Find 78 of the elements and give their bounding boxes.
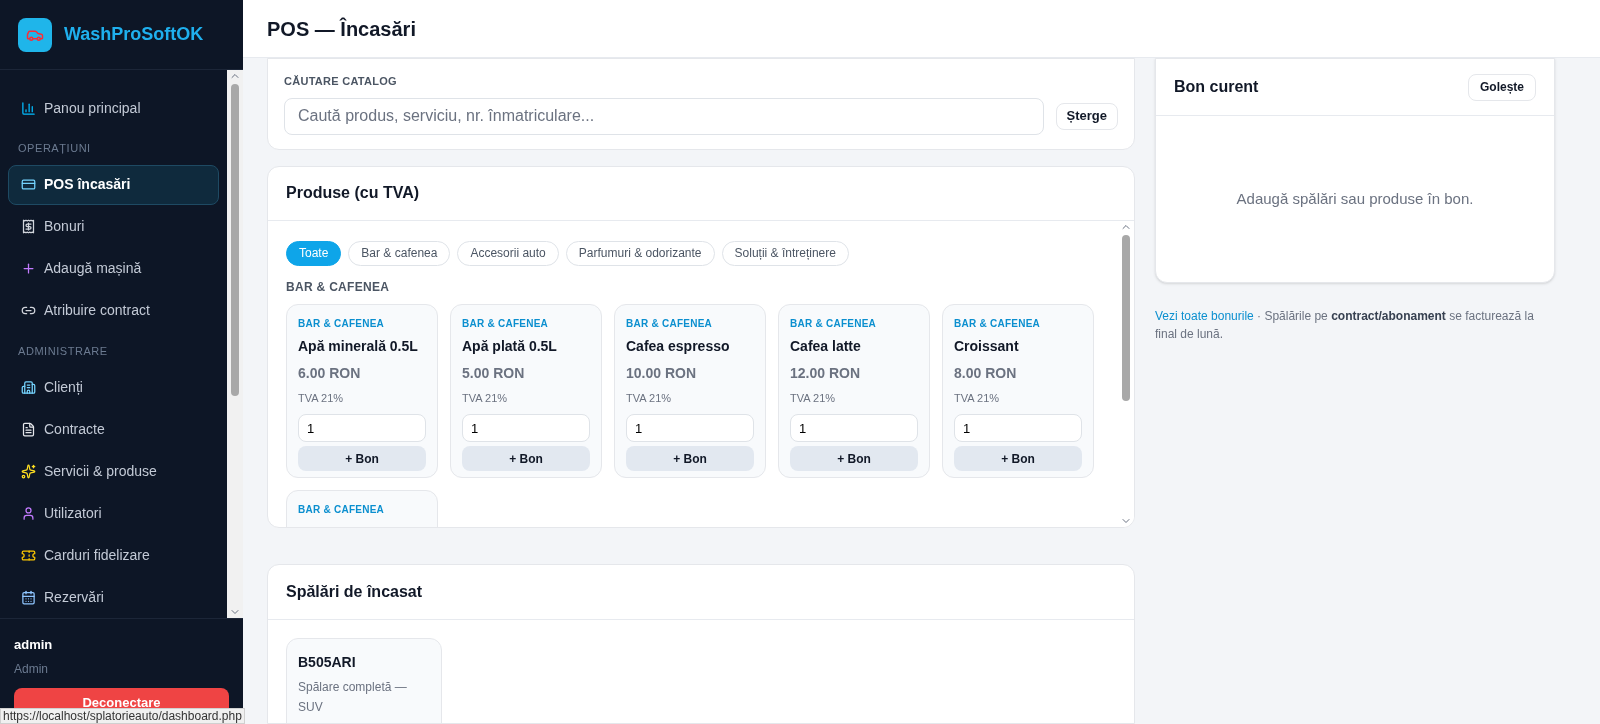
user-name: admin (14, 635, 54, 654)
scrollbar-thumb[interactable] (231, 84, 239, 396)
nav-item[interactable]: Bonuri (8, 206, 219, 247)
empty-message: Adaugă spălări sau produse în bon. (1236, 188, 1474, 209)
card-title: Spălări de încasat (268, 564, 1134, 620)
brand-name: WashProSoftOK (64, 23, 204, 46)
product-price: 5.00 RON (462, 363, 526, 383)
service-name: Spălare completă — SUV (298, 678, 408, 716)
vat-label: TVA 21% (626, 390, 673, 406)
quantity-field[interactable]: 1 (626, 414, 754, 442)
product-category: BAR & CAFENEA (954, 316, 1042, 331)
product-category: BAR & CAFENEA (298, 502, 386, 517)
filter-chip[interactable]: Soluții & întreținere (721, 240, 849, 266)
page-title: POS — Încasări (267, 16, 416, 42)
product-name: Croissant (954, 336, 1020, 356)
quantity-field[interactable]: 1 (462, 414, 590, 442)
product-category: BAR & CAFENEA (626, 316, 714, 331)
nav-item[interactable]: Atribuire contract (8, 290, 219, 331)
product-category: BAR & CAFENEA (462, 316, 550, 331)
card-title: Bon curent (1174, 77, 1259, 97)
vat-label: TVA 21% (462, 390, 509, 406)
quantity-field[interactable]: 1 (954, 414, 1082, 442)
add-to-receipt-button[interactable]: + Bon (298, 446, 426, 471)
calendar-icon (21, 589, 36, 605)
add-to-receipt-button[interactable]: + Bon (790, 446, 918, 471)
quantity-field[interactable]: 1 (790, 414, 918, 442)
card-title: Produse (cu TVA) (268, 166, 1134, 221)
receipt-icon (21, 219, 36, 234)
plate-number: B505ARI (298, 652, 357, 672)
ticket-icon (21, 547, 36, 563)
add-to-receipt-button[interactable]: + Bon (626, 446, 754, 471)
search-label: CĂUTARE CATALOG (284, 74, 398, 89)
user-role: Admin (14, 661, 49, 678)
product-category: BAR & CAFENEA (298, 316, 386, 331)
user-icon (21, 505, 36, 521)
section-heading: BAR & CAFENEA (286, 278, 391, 296)
product-name: Apă minerală 0.5L (298, 336, 419, 356)
product-name: Cafea espresso (626, 336, 731, 356)
vat-label: TVA 21% (790, 390, 837, 406)
link-preview-tooltip: https://localhost/splatorieauto/dashboard.php (0, 708, 245, 724)
nav-item[interactable]: POS încasări (8, 164, 219, 205)
nav-item[interactable]: Rezervări (8, 577, 219, 617)
quantity-field[interactable]: 1 (298, 414, 426, 442)
sparkles-icon (21, 463, 36, 479)
empty-receipt-button[interactable]: Golește (1468, 73, 1536, 101)
filter-chip[interactable]: Accesorii auto (457, 240, 559, 266)
filter-chip[interactable]: Parfumuri & odorizante (565, 240, 715, 266)
nav-item[interactable]: Carduri fidelizare (8, 535, 219, 575)
bar-chart-icon (21, 100, 36, 116)
scrollbar-thumb[interactable] (1122, 234, 1130, 402)
vat-label: TVA 21% (954, 390, 1001, 406)
product-price: 6.00 RON (298, 363, 362, 383)
nav-item[interactable]: Servicii & produse (8, 451, 219, 491)
product-price: 8.00 RON (954, 363, 1018, 383)
nav-item[interactable]: Adaugă mașină (8, 248, 219, 289)
add-to-receipt-button[interactable]: + Bon (954, 446, 1082, 471)
nav-item[interactable]: Contracte (8, 409, 219, 449)
nav-section-label: ADMINISTRARE (17, 343, 109, 359)
building-icon (21, 379, 36, 395)
receipt-note: Vezi toate bonurile · Spălările pe contract/abonament se facturează la final de lună. (1155, 308, 1535, 343)
nav-section-label: OPERAȚIUNI (17, 141, 92, 156)
logo-icon (18, 17, 52, 52)
product-price: 10.00 RON (626, 363, 698, 383)
document-icon (21, 421, 36, 437)
product-category: BAR & CAFENEA (790, 316, 878, 331)
product-name: Cafea latte (790, 336, 862, 356)
plus-icon (21, 261, 36, 276)
nav-item[interactable]: Clienți (8, 367, 219, 407)
card-icon (21, 177, 36, 192)
product-name: Apă plată 0.5L (462, 336, 558, 356)
clear-button[interactable]: Șterge (1055, 102, 1118, 130)
filter-chip[interactable]: Bar & cafenea (348, 240, 451, 266)
product-price: 12.00 RON (790, 363, 862, 383)
nav-item[interactable]: Utilizatori (8, 493, 219, 533)
add-to-receipt-button[interactable]: + Bon (462, 446, 590, 471)
search-field[interactable]: Caută produs, serviciu, nr. înmatriculare... (284, 97, 1044, 135)
nav-item[interactable]: Panou principal (8, 88, 219, 128)
vat-label: TVA 21% (298, 390, 345, 406)
